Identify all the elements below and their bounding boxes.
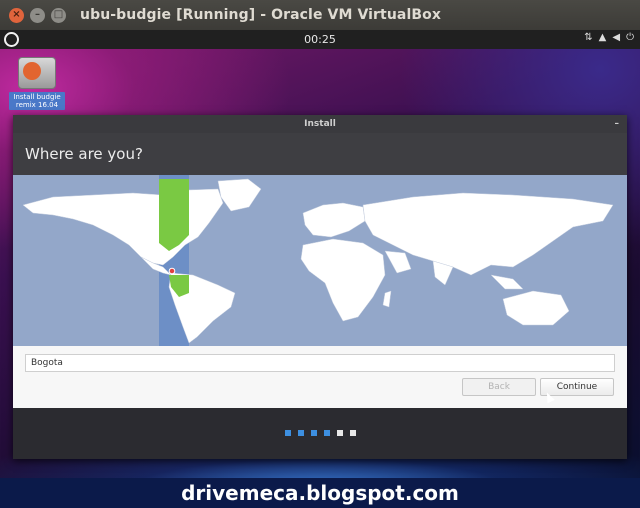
back-button[interactable]: Back	[462, 378, 536, 396]
world-map-graphic	[22, 175, 614, 346]
installer-window: Install – Where are you? Bogota Back Con…	[13, 115, 627, 459]
progress-dot	[336, 430, 343, 436]
desktop-icon-installer[interactable]: Install budgie remix 16.04	[9, 57, 65, 110]
progress-dots	[13, 430, 627, 436]
progress-dot	[323, 430, 330, 436]
system-tray: ⇅ ▲ ◀ ⏻	[584, 32, 634, 43]
host-window-title: ubu-budgie [Running] - Oracle VM Virtual…	[80, 7, 441, 23]
installer-footer	[13, 408, 627, 459]
progress-dot	[297, 430, 304, 436]
blog-watermark: drivemeca.blogspot.com	[0, 478, 640, 508]
city-marker	[168, 267, 176, 275]
window-close-button[interactable]: ×	[9, 7, 24, 23]
install-drive-icon	[18, 57, 56, 89]
panel-clock[interactable]: 00:25	[0, 33, 640, 46]
installer-titlebar: Install –	[13, 115, 627, 133]
progress-dot	[349, 430, 356, 436]
desktop-icon-label: Install budgie remix 16.04	[9, 92, 65, 110]
page-heading: Where are you?	[13, 133, 627, 175]
progress-dot	[284, 430, 291, 436]
volume-icon[interactable]: ◀	[612, 32, 620, 43]
network-icon[interactable]: ⇅	[584, 32, 592, 43]
installer-minimize-icon[interactable]: –	[615, 115, 620, 133]
installer-title: Install	[304, 119, 336, 129]
timezone-map[interactable]	[13, 175, 627, 346]
window-maximize-button[interactable]: □	[51, 7, 66, 23]
guest-top-panel: 00:25 ⇅ ▲ ◀ ⏻	[0, 30, 640, 49]
host-titlebar: × – □ ubu-budgie [Running] - Oracle VM V…	[0, 0, 640, 30]
notification-icon[interactable]: ▲	[599, 32, 607, 43]
location-input[interactable]	[25, 354, 615, 372]
window-minimize-button[interactable]: –	[30, 7, 45, 23]
location-form: Back Continue	[13, 346, 627, 408]
power-menu-icon[interactable]: ⏻	[626, 32, 634, 43]
progress-dot	[310, 430, 317, 436]
